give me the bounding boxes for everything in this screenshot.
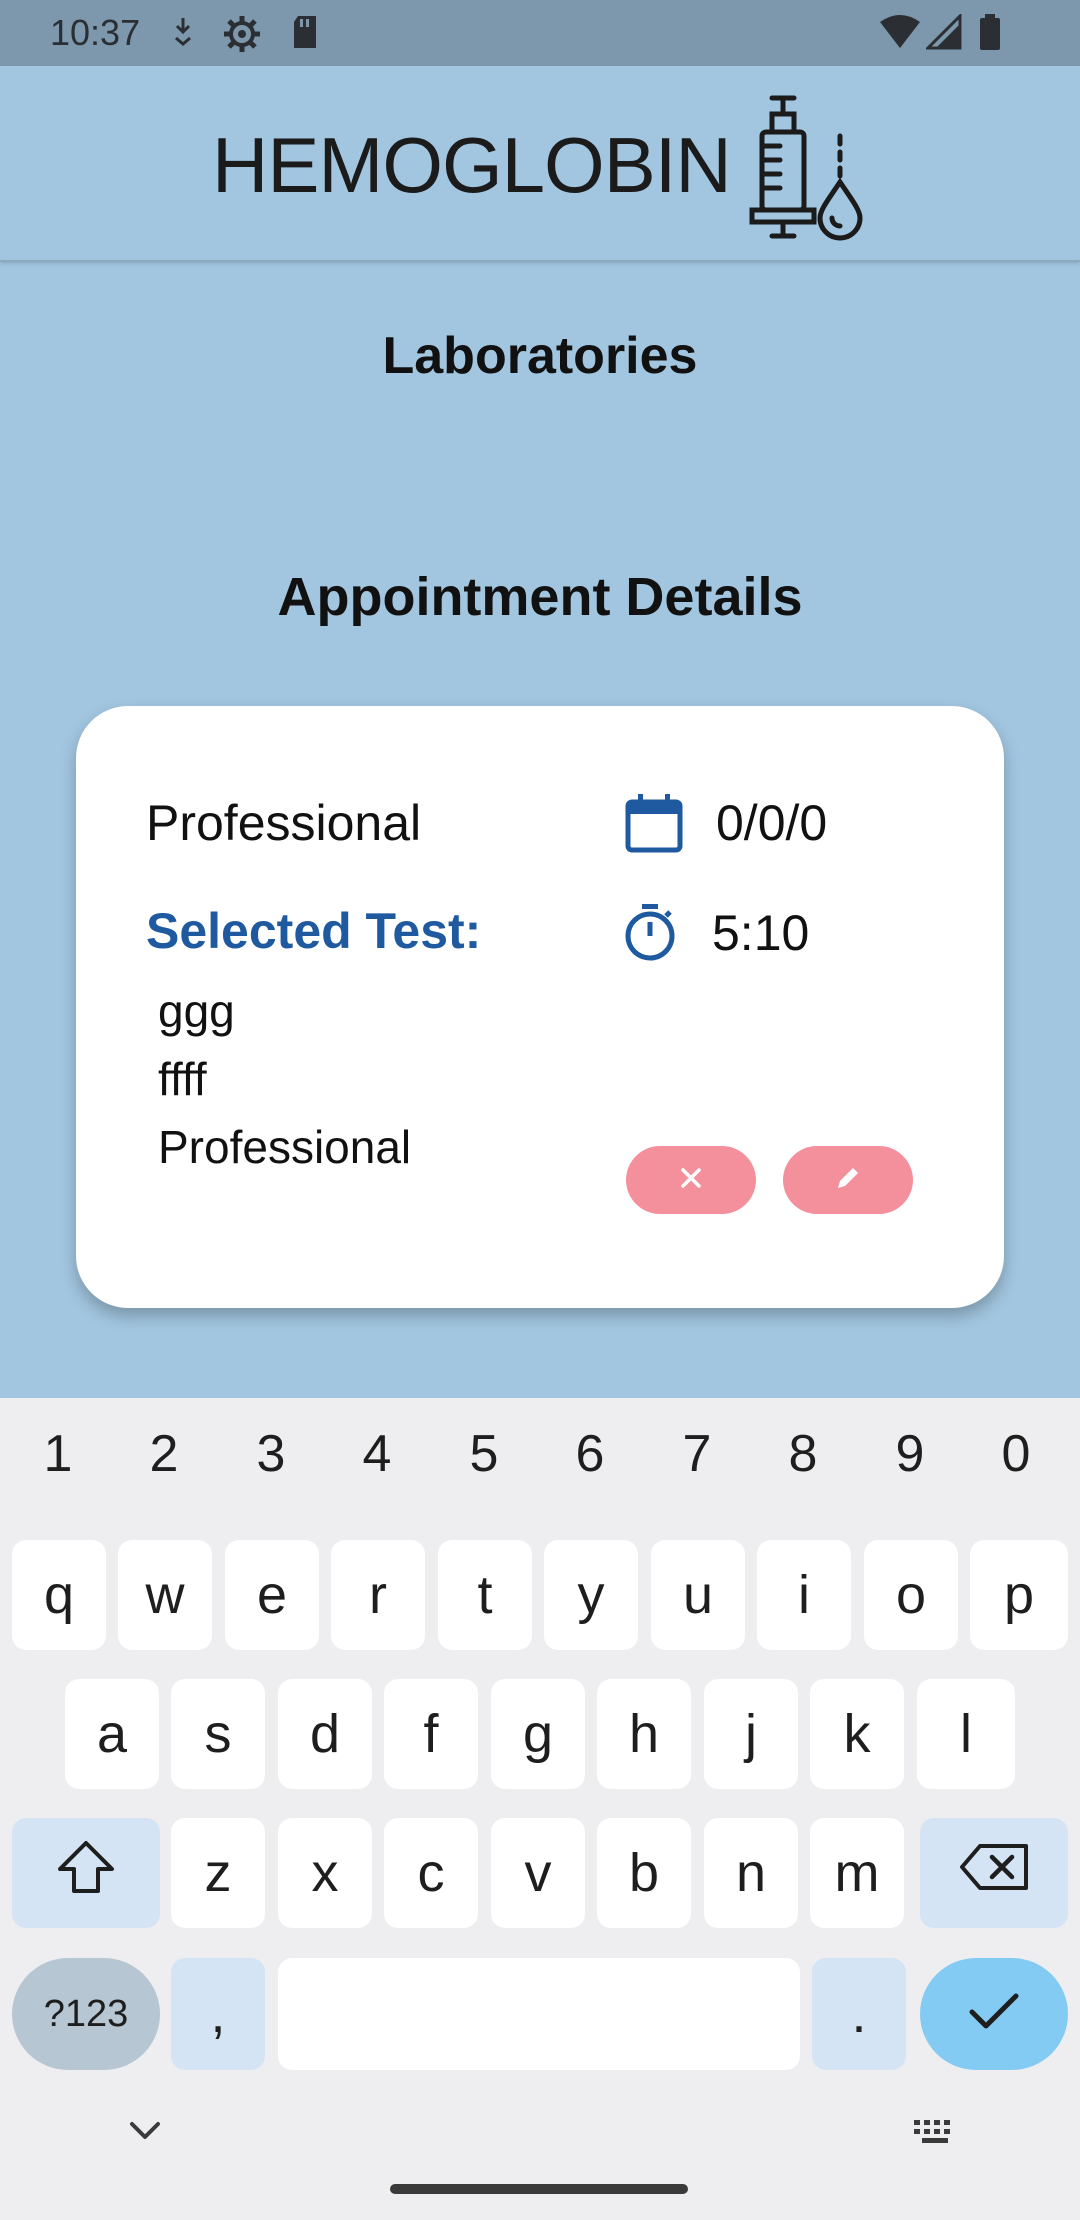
settings-icon — [222, 14, 262, 59]
keyboard-icon[interactable] — [912, 2118, 958, 2153]
close-icon — [680, 1167, 702, 1194]
cancel-appointment-button[interactable] — [626, 1146, 756, 1214]
sd-card-icon — [290, 14, 320, 55]
key-2[interactable]: 2 — [114, 1424, 214, 1484]
status-time: 10:37 — [50, 12, 141, 53]
key-g[interactable]: g — [491, 1679, 585, 1789]
key-h[interactable]: h — [597, 1679, 691, 1789]
selected-test-item: ffff — [158, 1053, 207, 1105]
key-8[interactable]: 8 — [753, 1424, 853, 1484]
home-gesture-bar[interactable] — [390, 2184, 688, 2194]
key-i[interactable]: i — [757, 1540, 851, 1650]
key-j[interactable]: j — [704, 1679, 798, 1789]
comma-key[interactable]: , — [171, 1958, 265, 2070]
soft-keyboard: 1 2 3 4 5 6 7 8 9 0 q w e r t y u i o p … — [0, 1398, 1080, 2220]
key-x[interactable]: x — [278, 1818, 372, 1928]
shift-icon — [56, 1839, 116, 1908]
selected-test-label: Selected Test: — [146, 903, 482, 959]
keyboard-nav-row — [0, 2100, 1080, 2220]
key-4[interactable]: 4 — [327, 1424, 427, 1484]
check-icon — [968, 1983, 1020, 2045]
syringe-drop-icon — [748, 92, 868, 247]
backspace-key[interactable] — [920, 1818, 1068, 1928]
number-row: 1 2 3 4 5 6 7 8 9 0 — [0, 1424, 1080, 1494]
key-b[interactable]: b — [597, 1818, 691, 1928]
key-6[interactable]: 6 — [540, 1424, 640, 1484]
laboratory-name: Professional — [146, 795, 422, 851]
key-c[interactable]: c — [384, 1818, 478, 1928]
key-w[interactable]: w — [118, 1540, 212, 1650]
key-1[interactable]: 1 — [8, 1424, 108, 1484]
appointment-card: Professional Selected Test: ggg ffff Pro… — [76, 706, 1004, 1308]
calendar-icon — [624, 792, 684, 859]
key-0[interactable]: 0 — [966, 1424, 1066, 1484]
edit-appointment-button[interactable] — [783, 1146, 913, 1214]
download-icon — [168, 14, 198, 55]
key-k[interactable]: k — [810, 1679, 904, 1789]
battery-icon — [978, 14, 1002, 57]
wifi-icon — [878, 14, 922, 55]
shift-key[interactable] — [12, 1818, 160, 1928]
key-e[interactable]: e — [225, 1540, 319, 1650]
key-u[interactable]: u — [651, 1540, 745, 1650]
key-q[interactable]: q — [12, 1540, 106, 1650]
selected-test-item: ggg — [158, 985, 235, 1037]
appointment-details-title: Appointment Details — [277, 567, 803, 627]
key-f[interactable]: f — [384, 1679, 478, 1789]
key-n[interactable]: n — [704, 1818, 798, 1928]
space-key[interactable] — [278, 1958, 800, 2070]
signal-icon — [924, 12, 962, 55]
laboratories-title: Laboratories — [382, 327, 698, 385]
app-logo-text: HEMOGLOBIN — [212, 121, 732, 209]
pencil-icon — [834, 1164, 862, 1197]
key-s[interactable]: s — [171, 1679, 265, 1789]
key-a[interactable]: a — [65, 1679, 159, 1789]
key-t[interactable]: t — [438, 1540, 532, 1650]
key-9[interactable]: 9 — [860, 1424, 960, 1484]
key-p[interactable]: p — [970, 1540, 1068, 1650]
app-header: HEMOGLOBIN — [0, 66, 1080, 262]
enter-key[interactable] — [920, 1958, 1068, 2070]
key-l[interactable]: l — [917, 1679, 1015, 1789]
symbols-key[interactable]: ?123 — [12, 1958, 160, 2070]
key-o[interactable]: o — [864, 1540, 958, 1650]
key-3[interactable]: 3 — [221, 1424, 321, 1484]
backspace-icon — [958, 1842, 1030, 1905]
key-v[interactable]: v — [491, 1818, 585, 1928]
key-z[interactable]: z — [171, 1818, 265, 1928]
chevron-down-icon[interactable] — [128, 2120, 162, 2147]
key-7[interactable]: 7 — [647, 1424, 747, 1484]
status-bar: 10:37 — [0, 0, 1080, 66]
key-d[interactable]: d — [278, 1679, 372, 1789]
appointment-date: 0/0/0 — [716, 795, 828, 851]
key-r[interactable]: r — [331, 1540, 425, 1650]
timer-icon — [622, 902, 678, 967]
key-5[interactable]: 5 — [434, 1424, 534, 1484]
period-key[interactable]: . — [812, 1958, 906, 2070]
key-m[interactable]: m — [810, 1818, 904, 1928]
selected-test-item: Professional — [158, 1121, 412, 1173]
appointment-time: 5:10 — [712, 905, 810, 961]
key-y[interactable]: y — [544, 1540, 638, 1650]
